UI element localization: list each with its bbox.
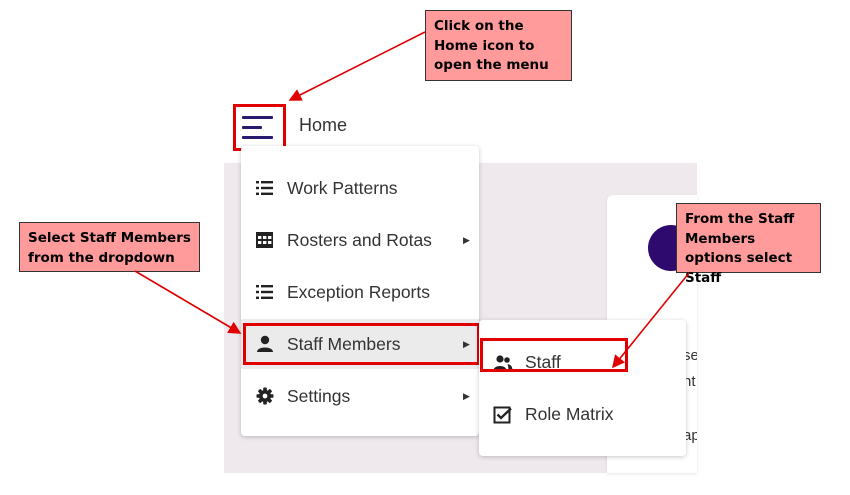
menu-item-work-patterns[interactable]: Work Patterns bbox=[241, 163, 479, 213]
arrow-to-home-icon bbox=[288, 31, 426, 101]
menu-item-label: Rosters and Rotas bbox=[287, 229, 432, 250]
list-icon bbox=[256, 181, 273, 195]
menu-item-label: Exception Reports bbox=[287, 281, 430, 302]
menu-item-label: Work Patterns bbox=[287, 177, 398, 198]
home-label[interactable]: Home bbox=[299, 115, 347, 136]
gear-icon bbox=[256, 387, 274, 405]
callout-staff-members: Select Staff Members from the dropdown bbox=[19, 222, 200, 272]
list-icon bbox=[256, 285, 273, 299]
main-dropdown-menu: Work Patterns Rosters and Rotas ▶ Except… bbox=[241, 146, 479, 436]
submenu-item-label: Role Matrix bbox=[525, 404, 614, 424]
menu-item-settings[interactable]: Settings ▶ bbox=[241, 371, 479, 421]
submenu-item-role-matrix[interactable]: Role Matrix bbox=[479, 390, 686, 440]
menu-item-rosters-and-rotas[interactable]: Rosters and Rotas ▶ bbox=[241, 215, 479, 265]
staff-members-highlight bbox=[243, 323, 480, 365]
home-menu-button[interactable] bbox=[233, 104, 286, 151]
chevron-right-icon: ▶ bbox=[463, 234, 470, 245]
callout-staff: From the Staff Members options select St… bbox=[676, 203, 821, 286]
chevron-right-icon: ▶ bbox=[463, 390, 470, 401]
checkbox-icon bbox=[493, 406, 512, 424]
callout-home: Click on the Home icon to open the menu bbox=[425, 10, 572, 81]
calendar-grid-icon bbox=[256, 232, 273, 248]
menu-item-label: Settings bbox=[287, 385, 351, 406]
menu-item-exception-reports[interactable]: Exception Reports bbox=[241, 267, 479, 317]
staff-highlight bbox=[480, 338, 628, 372]
